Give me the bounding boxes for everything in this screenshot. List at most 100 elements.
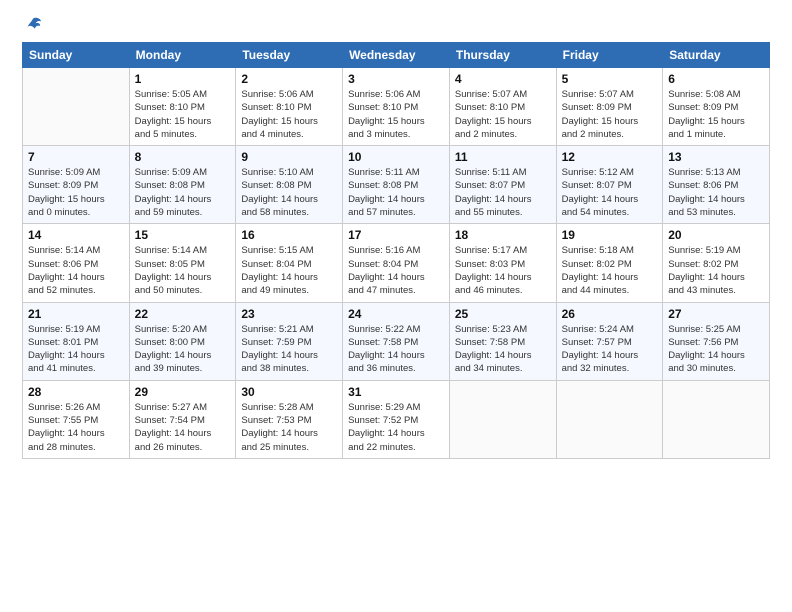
weekday-header-wednesday: Wednesday [343,43,450,68]
calendar-cell: 14 Sunrise: 5:14 AM Sunset: 8:06 PM Dayli… [23,224,130,302]
calendar-cell: 21 Sunrise: 5:19 AM Sunset: 8:01 PM Dayli… [23,302,130,380]
day-number: 19 [562,228,658,242]
day-info: Sunrise: 5:09 AM Sunset: 8:09 PM Dayligh… [28,166,124,219]
day-info: Sunrise: 5:19 AM Sunset: 8:01 PM Dayligh… [28,323,124,376]
calendar-week-row: 21 Sunrise: 5:19 AM Sunset: 8:01 PM Dayli… [23,302,770,380]
day-info: Sunrise: 5:25 AM Sunset: 7:56 PM Dayligh… [668,323,764,376]
calendar-cell: 12Sunrise: 5:12 AM Sunset: 8:07 PM Dayli… [556,146,663,224]
calendar-cell: 31 Sunrise: 5:29 AM Sunset: 7:52 PM Dayli… [343,380,450,458]
calendar-cell: 11 Sunrise: 5:11 AM Sunset: 8:07 PM Dayli… [449,146,556,224]
calendar-week-row: 7 Sunrise: 5:09 AM Sunset: 8:09 PM Daylig… [23,146,770,224]
calendar-cell: 19 Sunrise: 5:18 AM Sunset: 8:02 PM Dayli… [556,224,663,302]
day-info: Sunrise: 5:29 AM Sunset: 7:52 PM Dayligh… [348,401,444,454]
day-number: 15 [135,228,231,242]
day-info: Sunrise: 5:06 AM Sunset: 8:10 PM Dayligh… [348,88,444,141]
day-info: Sunrise: 5:23 AM Sunset: 7:58 PM Dayligh… [455,323,551,376]
day-number: 2 [241,72,337,86]
day-number: 7 [28,150,124,164]
day-info: Sunrise: 5:11 AM Sunset: 8:08 PM Dayligh… [348,166,444,219]
calendar-cell: 25 Sunrise: 5:23 AM Sunset: 7:58 PM Dayli… [449,302,556,380]
day-info: Sunrise: 5:27 AM Sunset: 7:54 PM Dayligh… [135,401,231,454]
day-number: 22 [135,307,231,321]
day-info: Sunrise: 5:06 AM Sunset: 8:10 PM Dayligh… [241,88,337,141]
day-info: Sunrise: 5:05 AM Sunset: 8:10 PM Dayligh… [135,88,231,141]
day-info: Sunrise: 5:10 AM Sunset: 8:08 PM Dayligh… [241,166,337,219]
day-number: 3 [348,72,444,86]
day-info: Sunrise: 5:17 AM Sunset: 8:03 PM Dayligh… [455,244,551,297]
day-info: Sunrise: 5:07 AM Sunset: 8:10 PM Dayligh… [455,88,551,141]
day-info: Sunrise: 5:18 AM Sunset: 8:02 PM Dayligh… [562,244,658,297]
logo [22,18,42,36]
calendar-cell: 16 Sunrise: 5:15 AM Sunset: 8:04 PM Dayli… [236,224,343,302]
day-number: 6 [668,72,764,86]
day-info: Sunrise: 5:13 AM Sunset: 8:06 PM Dayligh… [668,166,764,219]
day-info: Sunrise: 5:09 AM Sunset: 8:08 PM Dayligh… [135,166,231,219]
day-number: 13 [668,150,764,164]
calendar-cell: 2 Sunrise: 5:06 AM Sunset: 8:10 PM Daylig… [236,68,343,146]
weekday-header-sunday: Sunday [23,43,130,68]
day-info: Sunrise: 5:08 AM Sunset: 8:09 PM Dayligh… [668,88,764,141]
calendar-page: SundayMondayTuesdayWednesdayThursdayFrid… [0,0,792,612]
calendar-cell [556,380,663,458]
day-number: 14 [28,228,124,242]
weekday-header-thursday: Thursday [449,43,556,68]
day-number: 29 [135,385,231,399]
day-number: 18 [455,228,551,242]
calendar-cell: 30Sunrise: 5:28 AM Sunset: 7:53 PM Dayli… [236,380,343,458]
calendar-cell: 10 Sunrise: 5:11 AM Sunset: 8:08 PM Dayli… [343,146,450,224]
calendar-table: SundayMondayTuesdayWednesdayThursdayFrid… [22,42,770,459]
day-number: 10 [348,150,444,164]
day-info: Sunrise: 5:24 AM Sunset: 7:57 PM Dayligh… [562,323,658,376]
day-info: Sunrise: 5:07 AM Sunset: 8:09 PM Dayligh… [562,88,658,141]
day-number: 26 [562,307,658,321]
calendar-week-row: 14 Sunrise: 5:14 AM Sunset: 8:06 PM Dayli… [23,224,770,302]
logo-bird-icon [24,16,42,34]
day-info: Sunrise: 5:26 AM Sunset: 7:55 PM Dayligh… [28,401,124,454]
calendar-cell: 20 Sunrise: 5:19 AM Sunset: 8:02 PM Dayli… [663,224,770,302]
day-info: Sunrise: 5:21 AM Sunset: 7:59 PM Dayligh… [241,323,337,376]
calendar-cell: 27 Sunrise: 5:25 AM Sunset: 7:56 PM Dayli… [663,302,770,380]
calendar-cell: 29 Sunrise: 5:27 AM Sunset: 7:54 PM Dayli… [129,380,236,458]
calendar-cell: 24Sunrise: 5:22 AM Sunset: 7:58 PM Dayli… [343,302,450,380]
calendar-cell: 5 Sunrise: 5:07 AM Sunset: 8:09 PM Daylig… [556,68,663,146]
day-info: Sunrise: 5:16 AM Sunset: 8:04 PM Dayligh… [348,244,444,297]
calendar-cell [23,68,130,146]
calendar-week-row: 28 Sunrise: 5:26 AM Sunset: 7:55 PM Dayli… [23,380,770,458]
day-number: 4 [455,72,551,86]
day-number: 28 [28,385,124,399]
header [22,18,770,36]
calendar-cell [663,380,770,458]
day-number: 11 [455,150,551,164]
calendar-cell: 17Sunrise: 5:16 AM Sunset: 8:04 PM Dayli… [343,224,450,302]
day-info: Sunrise: 5:15 AM Sunset: 8:04 PM Dayligh… [241,244,337,297]
day-number: 16 [241,228,337,242]
day-number: 12 [562,150,658,164]
calendar-cell: 1Sunrise: 5:05 AM Sunset: 8:10 PM Daylig… [129,68,236,146]
calendar-week-row: 1Sunrise: 5:05 AM Sunset: 8:10 PM Daylig… [23,68,770,146]
day-info: Sunrise: 5:20 AM Sunset: 8:00 PM Dayligh… [135,323,231,376]
calendar-cell: 26 Sunrise: 5:24 AM Sunset: 7:57 PM Dayli… [556,302,663,380]
weekday-header-friday: Friday [556,43,663,68]
weekday-header-monday: Monday [129,43,236,68]
day-number: 20 [668,228,764,242]
day-info: Sunrise: 5:14 AM Sunset: 8:06 PM Dayligh… [28,244,124,297]
day-number: 24 [348,307,444,321]
day-number: 25 [455,307,551,321]
day-number: 21 [28,307,124,321]
weekday-header-saturday: Saturday [663,43,770,68]
calendar-cell: 22 Sunrise: 5:20 AM Sunset: 8:00 PM Dayli… [129,302,236,380]
day-number: 5 [562,72,658,86]
day-number: 8 [135,150,231,164]
day-info: Sunrise: 5:11 AM Sunset: 8:07 PM Dayligh… [455,166,551,219]
calendar-cell [449,380,556,458]
calendar-cell: 23Sunrise: 5:21 AM Sunset: 7:59 PM Dayli… [236,302,343,380]
day-info: Sunrise: 5:14 AM Sunset: 8:05 PM Dayligh… [135,244,231,297]
day-number: 27 [668,307,764,321]
day-info: Sunrise: 5:19 AM Sunset: 8:02 PM Dayligh… [668,244,764,297]
calendar-cell: 15 Sunrise: 5:14 AM Sunset: 8:05 PM Dayli… [129,224,236,302]
day-number: 31 [348,385,444,399]
day-number: 30 [241,385,337,399]
calendar-cell: 6 Sunrise: 5:08 AM Sunset: 8:09 PM Daylig… [663,68,770,146]
calendar-cell: 7 Sunrise: 5:09 AM Sunset: 8:09 PM Daylig… [23,146,130,224]
weekday-header-tuesday: Tuesday [236,43,343,68]
